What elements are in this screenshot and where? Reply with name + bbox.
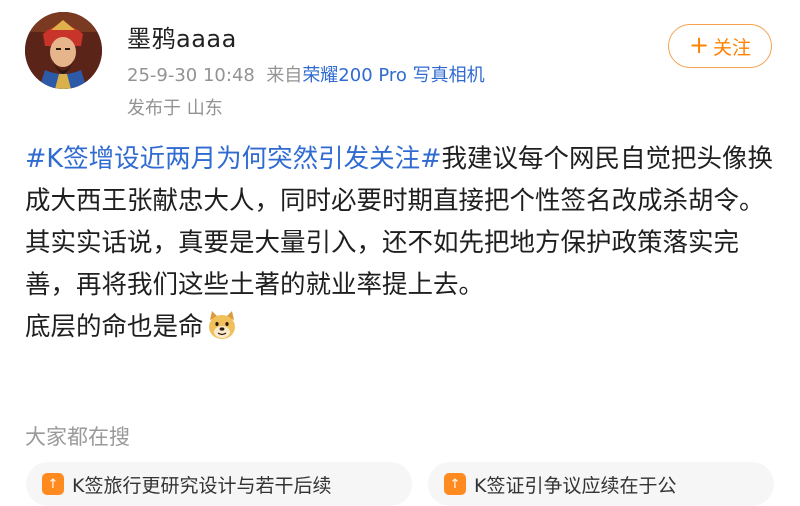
search-chip[interactable]: ↑ K签证引争议应续在于公 <box>428 462 774 506</box>
avatar[interactable] <box>25 12 102 89</box>
device-link[interactable]: 荣耀200 Pro 写真相机 <box>302 65 484 86</box>
post-meta: 25-9-30 10:48 来自荣耀200 Pro 写真相机 <box>127 61 485 87</box>
post-location: 发布于 山东 <box>127 98 223 119</box>
follow-button[interactable]: + 关注 <box>668 24 772 68</box>
avatar-image <box>25 12 102 89</box>
follow-label: 关注 <box>713 36 752 59</box>
source-prefix: 来自 <box>266 65 303 86</box>
trending-icon: ↑ <box>444 473 466 495</box>
post-paragraph-2: 其实实话说，真要是大量引入，还不如先把地方保护政策落实完善，再将我们这些土著的就… <box>25 228 740 300</box>
search-chip-label: K签旅行更研究设计与若干后续 <box>72 474 332 497</box>
trending-icon: ↑ <box>42 473 64 495</box>
search-chip-label: K签证引争议应续在于公 <box>474 474 677 497</box>
hashtag-link[interactable]: #K签增设近两月为何突然引发关注# <box>25 144 441 174</box>
post-body: #K签增设近两月为何突然引发关注#我建议每个网民自觉把头像换成大西王张献忠大人，… <box>25 138 785 353</box>
post-paragraph-1: #K签增设近两月为何突然引发关注#我建议每个网民自觉把头像换成大西王张献忠大人，… <box>25 138 785 222</box>
search-heading: 大家都在搜 <box>25 425 130 449</box>
plus-icon: + <box>688 31 710 59</box>
post-paragraph-3: 底层的命也是命 <box>25 306 785 353</box>
search-chip[interactable]: ↑ K签旅行更研究设计与若干后续 <box>26 462 412 506</box>
doge-emoji-icon <box>206 310 238 353</box>
author-name[interactable]: 墨鸦aaaa <box>127 19 237 54</box>
post-time: 25-9-30 10:48 <box>127 65 255 86</box>
post-text-3: 底层的命也是命 <box>25 312 204 342</box>
